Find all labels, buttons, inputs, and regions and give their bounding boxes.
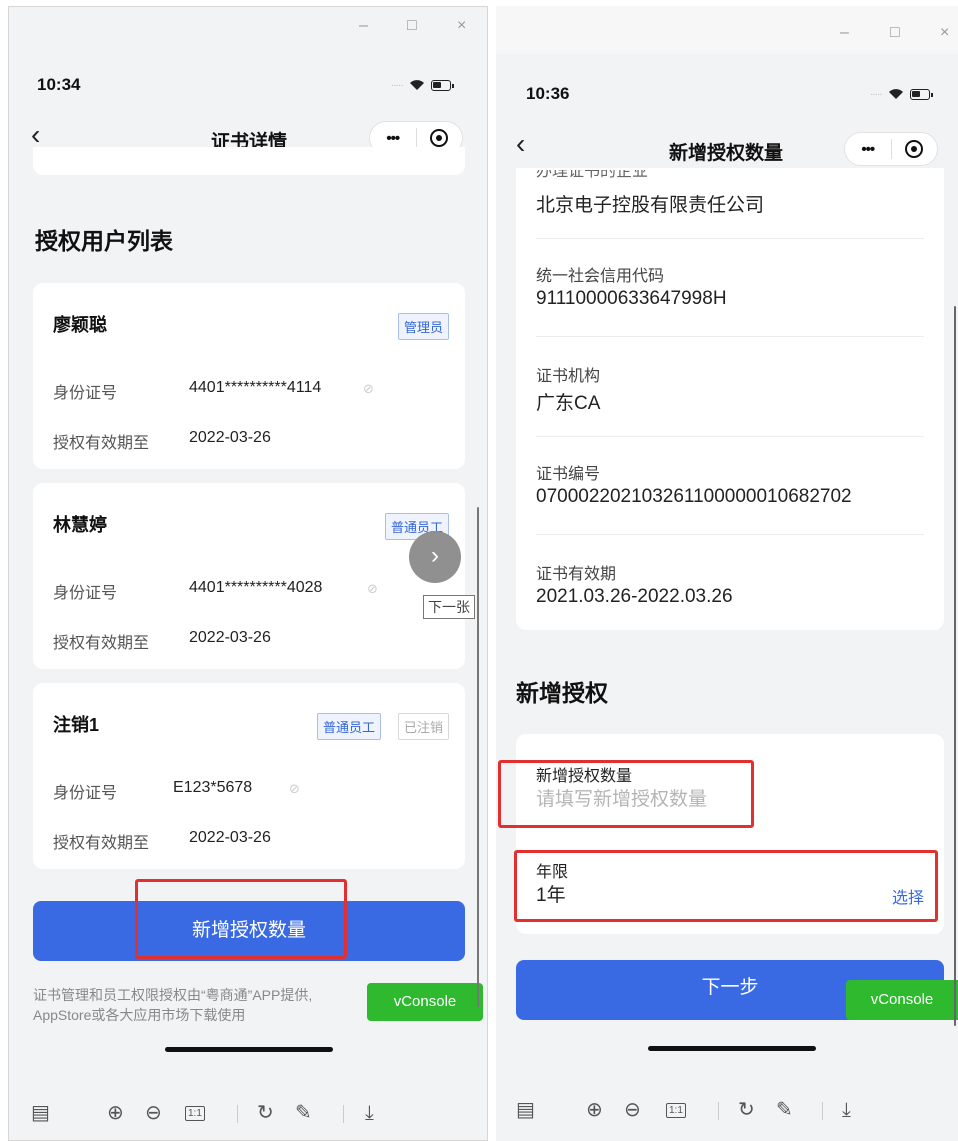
annotation-highlight-box xyxy=(498,760,754,828)
back-icon[interactable]: ‹ xyxy=(516,128,525,160)
zoom-in-icon[interactable]: ⊕ xyxy=(107,1101,124,1125)
close-button[interactable]: × xyxy=(940,24,949,42)
wifi-icon xyxy=(888,89,903,99)
rotate-icon[interactable]: ↻ xyxy=(738,1098,755,1122)
role-tag: 普通员工 xyxy=(316,713,381,740)
expiry-label: 授权有效期至 xyxy=(53,835,150,852)
battery-icon xyxy=(430,79,454,91)
user-name: 廖颖聪 xyxy=(53,315,107,335)
edit-icon[interactable]: ✎ xyxy=(776,1098,793,1122)
status-icons: ····· xyxy=(391,79,454,91)
page-title: 新增授权数量 xyxy=(668,143,783,164)
next-image-button[interactable]: › xyxy=(409,531,461,583)
thumbnail-icon[interactable]: ▤ xyxy=(516,1098,535,1122)
id-value: 4401**********4114 xyxy=(189,379,322,396)
scrollbar[interactable] xyxy=(954,306,956,1026)
field-label: 统一社会信用代码 xyxy=(536,268,665,285)
id-label: 身份证号 xyxy=(53,785,118,802)
window-titlebar: – □ × xyxy=(496,6,958,54)
scrollbar[interactable] xyxy=(477,507,479,1007)
status-time: 10:36 xyxy=(526,84,570,103)
company-label: 办理证书的企业 xyxy=(536,170,649,179)
user-card: 廖颖聪 管理员 身份证号 4401**********4114 ⊘ 授权有效期至… xyxy=(33,283,465,469)
zoom-in-icon[interactable]: ⊕ xyxy=(586,1098,603,1122)
more-icon[interactable]: ••• xyxy=(845,141,891,158)
expiry-label: 授权有效期至 xyxy=(53,435,150,452)
home-indicator xyxy=(165,1047,333,1052)
id-label: 身份证号 xyxy=(53,385,118,402)
zoom-out-icon[interactable]: ⊖ xyxy=(624,1098,641,1122)
mini-program-capsule: ••• xyxy=(844,132,938,166)
previous-card-end xyxy=(33,147,465,175)
footer-line: 证书管理和员工权限授权由“粤商通”APP提供, xyxy=(33,987,313,1003)
image-viewer-toolbar: ▤ ⊕ ⊖ 1:1 ↻ ✎ ⤓ xyxy=(496,1068,958,1136)
certificate-info-card: 办理证书的企业 北京电子控股有限责任公司 统一社会信用代码 9111000063… xyxy=(516,168,944,630)
image-viewer-toolbar: ▤ ⊕ ⊖ 1:1 ↻ ✎ ⤓ xyxy=(9,1079,487,1140)
right-window: – □ × 10:36 ····· ‹ 新增授权数量 ••• 办理证书的企业 北… xyxy=(496,6,958,1141)
section-title: 新增授权 xyxy=(516,680,608,706)
wifi-icon xyxy=(409,80,424,90)
zoom-out-icon[interactable]: ⊖ xyxy=(145,1101,162,1125)
signal-icon: ····· xyxy=(391,79,404,91)
expiry-value: 2022-03-26 xyxy=(189,429,271,446)
annotation-highlight-box xyxy=(514,850,938,922)
close-button[interactable]: × xyxy=(457,17,466,35)
eye-off-icon[interactable]: ⊘ xyxy=(289,781,300,797)
status-icons: ····· xyxy=(870,88,933,100)
expiry-value: 2022-03-26 xyxy=(189,629,271,646)
user-name: 林慧婷 xyxy=(53,515,107,535)
thumbnail-icon[interactable]: ▤ xyxy=(31,1101,50,1125)
field-label: 证书有效期 xyxy=(536,566,617,583)
field-label: 证书机构 xyxy=(536,368,601,385)
vconsole-button[interactable]: vConsole xyxy=(367,983,483,1021)
user-card: 林慧婷 普通员工 身份证号 4401**********4028 ⊘ 授权有效期… xyxy=(33,483,465,669)
minimize-button[interactable]: – xyxy=(840,24,849,42)
field-value: 2021.03.26-2022.03.26 xyxy=(536,586,733,607)
expiry-value: 2022-03-26 xyxy=(189,829,271,846)
chevron-right-icon: › xyxy=(431,542,439,569)
field-value: 070002202103261100000010682702 xyxy=(536,486,852,507)
battery-icon xyxy=(909,88,933,100)
minimize-button[interactable]: – xyxy=(359,17,368,35)
more-icon[interactable]: ••• xyxy=(370,130,416,147)
role-tag: 管理员 xyxy=(397,313,449,340)
next-tooltip: 下一张 xyxy=(423,595,475,619)
rotate-icon[interactable]: ↻ xyxy=(257,1101,274,1125)
actual-size-icon[interactable]: 1:1 xyxy=(666,1098,686,1126)
section-title: 授权用户列表 xyxy=(35,228,173,254)
field-value: 91110000633647998H xyxy=(536,288,727,309)
window-titlebar: – □ × xyxy=(9,7,487,51)
field-value: 广东CA xyxy=(536,393,601,414)
status-bar: 10:34 ····· xyxy=(9,69,487,113)
home-indicator xyxy=(648,1046,816,1051)
close-miniprogram-icon[interactable] xyxy=(892,140,938,158)
eye-off-icon[interactable]: ⊘ xyxy=(363,381,374,397)
id-value: E123*5678 xyxy=(173,779,253,796)
status-bar: 10:36 ····· xyxy=(496,78,958,122)
id-label: 身份证号 xyxy=(53,585,118,602)
signal-icon: ····· xyxy=(870,88,883,100)
annotation-highlight-box xyxy=(135,879,347,959)
maximize-button[interactable]: □ xyxy=(407,17,417,35)
maximize-button[interactable]: □ xyxy=(890,24,900,42)
user-card: 注销1 普通员工 已注销 身份证号 E123*5678 ⊘ 授权有效期至 202… xyxy=(33,683,465,869)
download-icon[interactable]: ⤓ xyxy=(365,1101,374,1125)
footer-line: AppStore或各大应用市场下载使用 xyxy=(33,1007,246,1023)
download-icon[interactable]: ⤓ xyxy=(842,1098,851,1122)
field-label: 证书编号 xyxy=(536,466,601,483)
footer-note: 证书管理和员工权限授权由“粤商通”APP提供, AppStore或各大应用市场下… xyxy=(33,985,393,1025)
company-value: 北京电子控股有限责任公司 xyxy=(536,195,765,216)
left-window: – □ × 10:34 ····· ‹ 证书详情 ••• 授权用户列表 廖颖聪 … xyxy=(8,6,488,1141)
status-tag: 已注销 xyxy=(397,713,449,740)
nav-bar: ‹ 新增授权数量 ••• xyxy=(496,126,958,170)
close-miniprogram-icon[interactable] xyxy=(417,129,463,147)
actual-size-icon[interactable]: 1:1 xyxy=(185,1101,205,1129)
vconsole-button[interactable]: vConsole xyxy=(846,980,958,1020)
id-value: 4401**********4028 xyxy=(189,579,323,596)
expiry-label: 授权有效期至 xyxy=(53,635,150,652)
edit-icon[interactable]: ✎ xyxy=(295,1101,312,1125)
eye-off-icon[interactable]: ⊘ xyxy=(367,581,378,597)
status-time: 10:34 xyxy=(37,75,81,94)
user-name: 注销1 xyxy=(53,715,100,735)
